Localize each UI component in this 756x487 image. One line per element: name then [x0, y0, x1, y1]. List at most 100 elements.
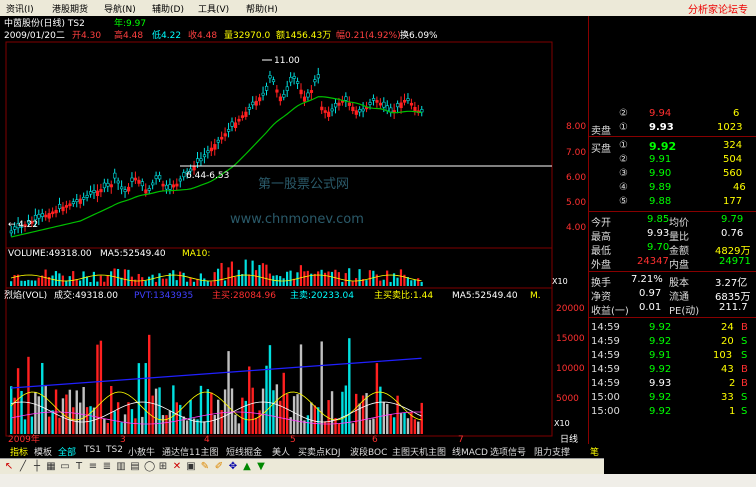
- candle-body: [309, 90, 314, 93]
- pencil-icon[interactable]: ✎: [200, 461, 210, 472]
- range-annotation: 6.44-6.53: [186, 171, 229, 181]
- tab-kdj[interactable]: 买卖点KDJ: [298, 445, 341, 458]
- menu-item-hk-futures[interactable]: 港股期货: [52, 2, 88, 15]
- volume-bar: [410, 280, 413, 286]
- candle-body: [330, 108, 334, 112]
- stat-key: 最高: [591, 232, 611, 243]
- candle-body: [351, 106, 355, 112]
- volume-bar: [144, 280, 147, 286]
- volume-bar: [313, 273, 316, 286]
- ruler-icon[interactable]: ▭: [60, 461, 70, 472]
- crosshair-icon[interactable]: ┼: [32, 461, 42, 472]
- tab-tianji[interactable]: 主图天机主图: [392, 445, 446, 458]
- tab-meiren[interactable]: 美人: [272, 445, 290, 458]
- tab-tdx11[interactable]: 通达信11主图: [162, 445, 218, 458]
- box-icon[interactable]: ▤: [130, 461, 140, 472]
- volume-bar: [79, 280, 82, 286]
- volume-bar: [189, 277, 192, 286]
- move-icon[interactable]: ✥: [228, 461, 238, 472]
- fib-icon[interactable]: ≣: [102, 461, 112, 472]
- delete-icon[interactable]: ✕: [172, 461, 182, 472]
- tab-resistance[interactable]: 阻力支撑: [534, 445, 570, 458]
- tab-pen[interactable]: 笔: [590, 445, 599, 458]
- menu-item-assist[interactable]: 辅助(D): [152, 2, 184, 15]
- lock-icon[interactable]: ▣: [186, 461, 196, 472]
- indicator-bar: [127, 402, 130, 434]
- volume-bar: [323, 272, 327, 286]
- tab-signal[interactable]: 选项信号: [490, 445, 526, 458]
- arrow-down-icon[interactable]: ▼: [256, 461, 266, 472]
- cycle-icon[interactable]: ▥: [116, 461, 126, 472]
- candle-body: [230, 121, 234, 127]
- volume-bar: [92, 271, 95, 286]
- volume-bar: [223, 280, 227, 286]
- circle-icon[interactable]: ◯: [144, 461, 155, 472]
- indicator-bar: [47, 416, 51, 434]
- indicator-bar: [323, 421, 327, 434]
- menu-item-help[interactable]: 帮助(H): [246, 2, 278, 15]
- divider: [589, 271, 756, 272]
- candle-body: [102, 182, 107, 189]
- tab-macd[interactable]: 线MACD: [452, 445, 488, 458]
- indicator-bar: [399, 413, 403, 434]
- menu-item-navigate[interactable]: 导航(N): [104, 2, 136, 15]
- tab-all[interactable]: 全部: [58, 445, 76, 458]
- indicator-bar: [51, 410, 54, 434]
- tab-boc[interactable]: 波段BOC: [350, 445, 387, 458]
- bid-price: 9.90: [649, 168, 672, 179]
- volume-bar: [161, 278, 164, 286]
- indicator-tick: 5000: [556, 394, 579, 404]
- indicator-bar: [337, 423, 341, 434]
- tab-ts2[interactable]: TS2: [106, 445, 123, 455]
- indicator-bar: [317, 407, 320, 434]
- tab-xiaoaoniu[interactable]: 小敖牛: [128, 445, 155, 458]
- tick-row: 14:59 9.92 24 B: [589, 322, 756, 335]
- channel-icon[interactable]: ≡: [88, 461, 98, 472]
- select-icon[interactable]: ↖: [4, 461, 14, 472]
- candle-body: [261, 92, 265, 96]
- period-label[interactable]: 日线: [560, 433, 578, 445]
- watermark-cn: 第一股票公式网: [258, 177, 349, 192]
- bid-index: ⑤: [619, 196, 628, 207]
- volume-bar: [203, 278, 206, 286]
- menu-item-news[interactable]: 资讯(I): [6, 2, 34, 15]
- indicator-bar: [368, 419, 372, 434]
- bid-index: ②: [619, 154, 628, 165]
- volume-bar: [99, 275, 102, 286]
- indicator-bar: [365, 393, 368, 434]
- indicator-bar: [134, 418, 137, 434]
- volume-ma10: MA10:: [182, 249, 210, 259]
- line-icon[interactable]: ╱: [18, 461, 28, 472]
- tab-template[interactable]: 模板: [34, 445, 52, 458]
- sell-label: 卖盘: [591, 126, 611, 137]
- indicator-bar: [392, 417, 396, 434]
- tick-row: 14:59 9.92 43 B: [589, 364, 756, 377]
- indicator-x10: X10: [554, 419, 570, 428]
- volume-bar: [154, 281, 158, 286]
- volume-bar: [82, 271, 85, 286]
- chart-svg[interactable]: 中茵股份(日线) TS2 年:9.97 2009/01/20二 开4.30 高4…: [0, 16, 588, 445]
- indicator-bar: [382, 402, 385, 434]
- erase-icon[interactable]: ✐: [214, 461, 224, 472]
- menu-item-tools[interactable]: 工具(V): [198, 2, 229, 15]
- stat-key: 金额: [669, 246, 689, 257]
- text-icon[interactable]: T: [74, 461, 84, 472]
- open-label: 开4.30: [72, 30, 101, 41]
- volume-bar: [141, 277, 144, 286]
- candle-body: [251, 101, 255, 106]
- candle-body: [171, 184, 176, 188]
- x-axis-month: 5: [290, 435, 296, 444]
- grid-icon[interactable]: ▦: [46, 461, 56, 472]
- tab-ts1[interactable]: TS1: [84, 445, 101, 455]
- volume-bar: [358, 269, 361, 286]
- volume-bar: [72, 271, 75, 286]
- volume-bar: [96, 281, 99, 286]
- tab-short-line[interactable]: 短线掘金: [226, 445, 262, 458]
- indicator-bar: [116, 402, 120, 434]
- arrow-up-icon[interactable]: ▲: [242, 461, 252, 472]
- chart-area[interactable]: 中茵股份(日线) TS2 年:9.97 2009/01/20二 开4.30 高4…: [0, 16, 588, 445]
- x-axis-month: 4: [204, 435, 210, 444]
- stat-row: 今开 9.85 均价 9.79: [589, 214, 756, 229]
- tab-indicator[interactable]: 指标: [10, 445, 28, 458]
- split-icon[interactable]: ⊞: [158, 461, 168, 472]
